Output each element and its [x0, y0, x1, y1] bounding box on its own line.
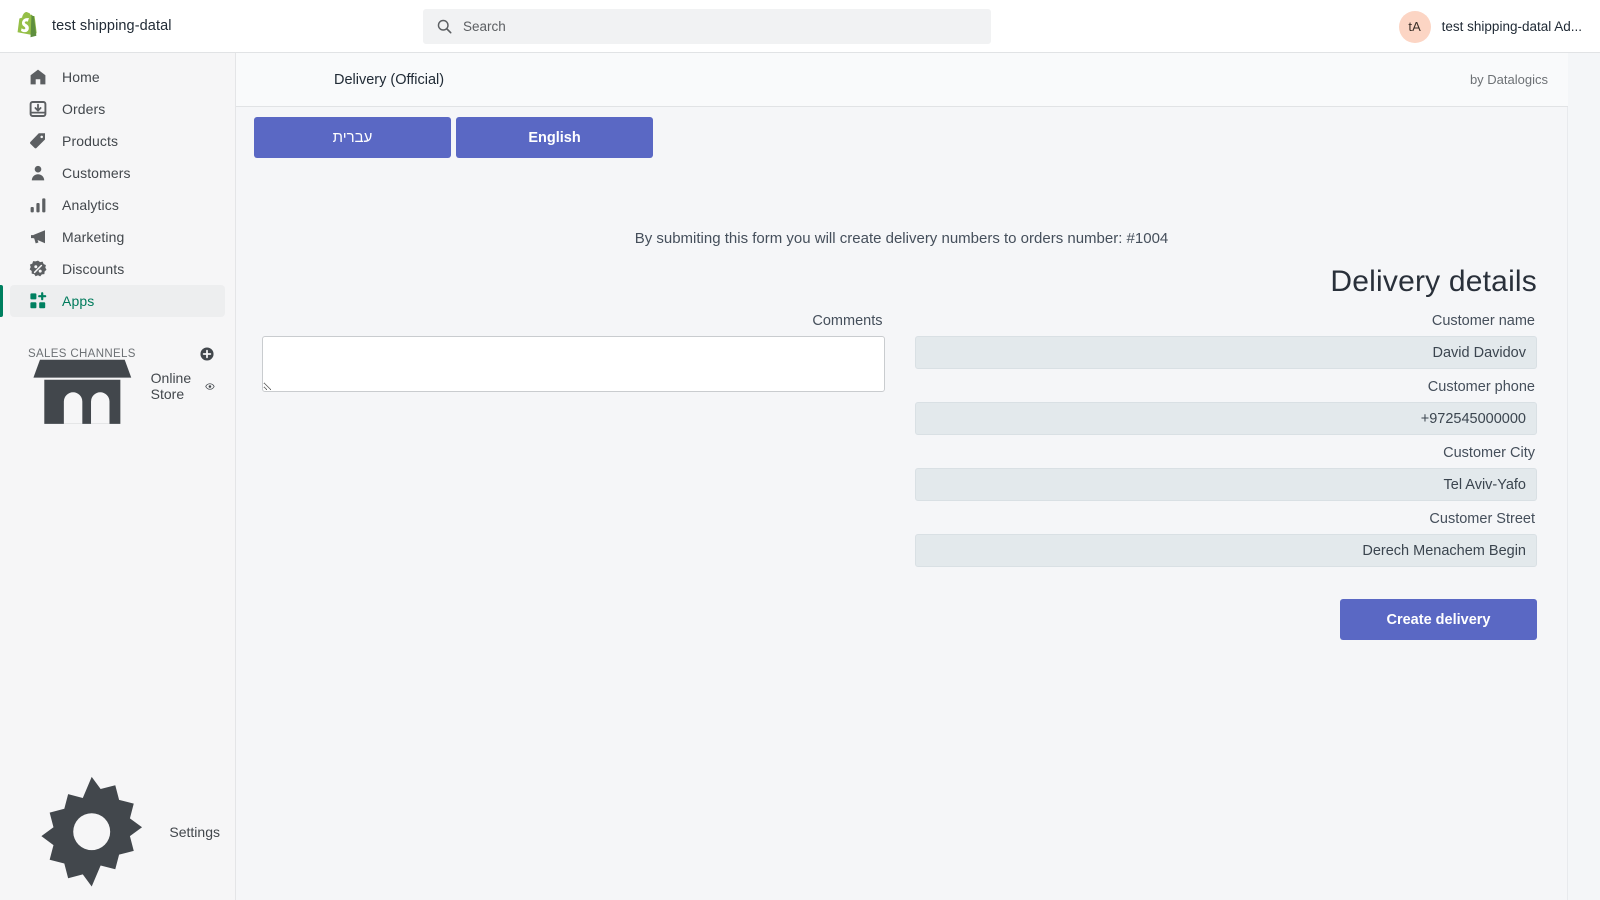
sidebar-item-discounts[interactable]: Discounts	[10, 253, 225, 285]
sidebar-item-label: Discounts	[62, 261, 125, 277]
person-icon	[31, 165, 45, 181]
account-menu[interactable]: tA test shipping-datal Ad...	[1398, 0, 1582, 53]
customer-street-input[interactable]	[914, 534, 1537, 567]
field-label: Customer phone	[1427, 379, 1535, 395]
customer-name-input[interactable]	[914, 336, 1537, 369]
search-icon	[437, 19, 452, 34]
eye-icon[interactable]	[205, 378, 215, 395]
form-columns: Customer name Customer phone Customer Ci…	[236, 307, 1567, 571]
app-header: Delivery (Official) by Datalogics	[236, 53, 1568, 107]
sidebar-item-customers[interactable]: Customers	[10, 157, 225, 189]
sidebar-item-label: Home	[62, 69, 100, 85]
tag-icon	[30, 133, 45, 149]
customer-details-column: Customer name Customer phone Customer Ci…	[914, 307, 1537, 571]
sidebar-item-label: Online Store	[150, 370, 192, 402]
submit-row: Create delivery	[236, 571, 1567, 640]
sidebar-item-home[interactable]: Home	[10, 61, 225, 93]
sidebar-item-orders[interactable]: Orders	[10, 93, 225, 125]
form-note: By submiting this form you will create d…	[634, 230, 1169, 247]
app-developer: by Datalogics	[1469, 72, 1548, 87]
plus-circle-icon[interactable]	[199, 346, 215, 362]
megaphone-icon	[31, 230, 45, 244]
sidebar-item-label: Customers	[62, 165, 131, 181]
field-customer-name: Customer name	[914, 307, 1537, 369]
sidebar: Home Orders Products Customers Analytics…	[0, 53, 236, 900]
sidebar-item-label: Marketing	[62, 229, 125, 245]
account-name: test shipping-datal Ad...	[1441, 19, 1582, 34]
comments-textarea[interactable]	[262, 336, 885, 392]
store-name: test shipping-datal	[52, 18, 172, 34]
sidebar-item-label: Products	[62, 133, 119, 149]
comments-label: Comments	[812, 313, 883, 329]
sidebar-item-marketing[interactable]: Marketing	[10, 221, 225, 253]
sidebar-item-label: Orders	[62, 101, 106, 117]
field-customer-street: Customer Street	[914, 505, 1537, 567]
sidebar-item-online-store[interactable]: Online Store	[0, 359, 235, 424]
app-body: עברית English By submiting this form you…	[236, 107, 1568, 900]
discount-icon	[29, 260, 47, 277]
bar-chart-icon	[30, 198, 46, 213]
language-button-hebrew[interactable]: עברית	[254, 117, 451, 158]
sidebar-item-analytics[interactable]: Analytics	[10, 189, 225, 221]
storefront-icon	[33, 359, 132, 424]
language-switcher: עברית English	[236, 107, 1567, 158]
sidebar-item-apps[interactable]: Apps	[0, 285, 225, 317]
top-bar: test shipping-datal Search tA test shipp…	[0, 0, 1600, 53]
app-title: Delivery (Official)	[334, 71, 445, 88]
sidebar-item-label: Apps	[62, 293, 95, 309]
sidebar-item-label: Analytics	[62, 197, 119, 213]
field-label: Customer name	[1431, 313, 1535, 329]
create-delivery-button[interactable]: Create delivery	[1340, 599, 1537, 640]
orders-icon	[29, 101, 47, 117]
avatar: tA	[1398, 10, 1431, 43]
search-input[interactable]: Search	[423, 8, 991, 44]
gear-icon	[41, 777, 143, 887]
sidebar-item-products[interactable]: Products	[10, 125, 225, 157]
field-customer-city: Customer City	[914, 439, 1537, 501]
apps-icon	[30, 292, 47, 309]
delivery-details-title: Delivery details	[1330, 265, 1537, 298]
customer-city-input[interactable]	[914, 468, 1537, 501]
sidebar-nav: Home Orders Products Customers Analytics…	[0, 53, 235, 317]
customer-phone-input[interactable]	[914, 402, 1537, 435]
field-customer-phone: Customer phone	[914, 373, 1537, 435]
shopify-bag-icon	[17, 12, 37, 38]
field-label: Customer Street	[1429, 511, 1535, 527]
search-placeholder: Search	[463, 18, 506, 34]
home-icon	[30, 69, 46, 85]
store-brand[interactable]: test shipping-datal	[0, 0, 236, 52]
language-button-english[interactable]: English	[456, 117, 653, 158]
field-label: Customer City	[1443, 445, 1535, 461]
app-frame: Delivery (Official) by Datalogics עברית …	[236, 53, 1600, 900]
comments-column: Comments	[262, 307, 885, 571]
sidebar-item-settings[interactable]: Settings	[10, 777, 220, 887]
sidebar-item-label: Settings	[169, 824, 220, 840]
